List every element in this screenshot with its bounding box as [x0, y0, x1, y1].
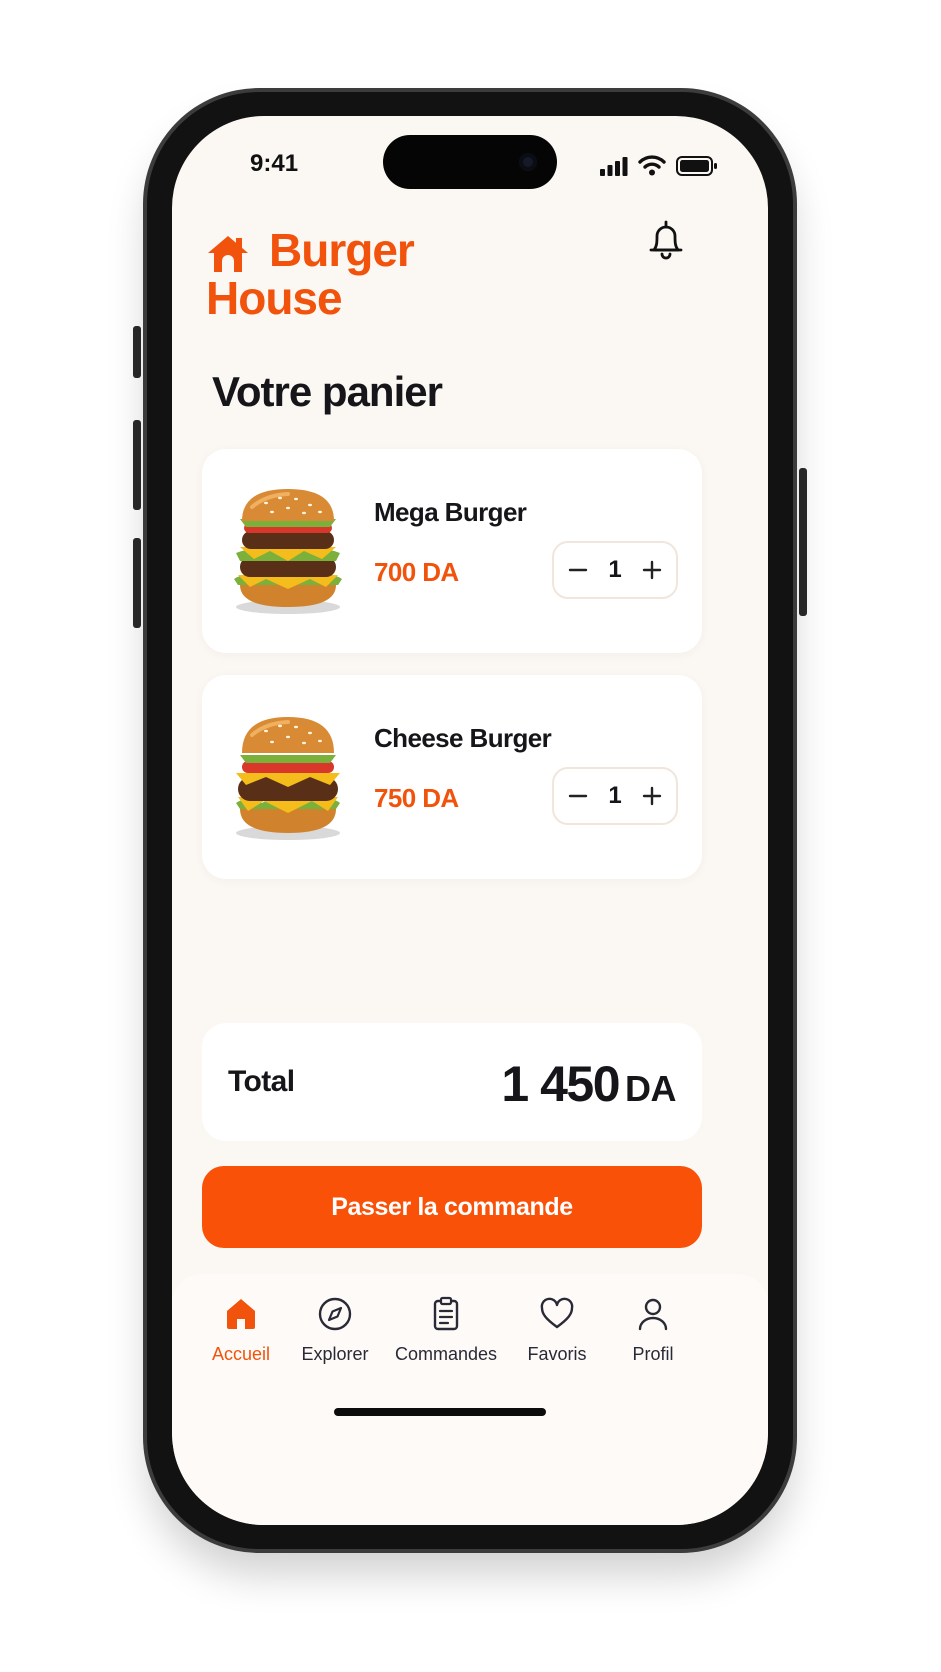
plus-icon [642, 786, 662, 806]
nav-item-explorer[interactable]: Explorer [280, 1294, 390, 1374]
status-icons [600, 154, 730, 178]
item-name: Mega Burger [374, 497, 527, 527]
minus-icon [568, 794, 588, 798]
notification-bell-icon[interactable] [646, 218, 686, 262]
quantity-value: 1 [608, 782, 622, 809]
cheese-burger-image [236, 717, 340, 840]
home-icon [227, 1299, 255, 1329]
decrease-quantity-button[interactable] [556, 543, 600, 597]
increase-quantity-button[interactable] [630, 769, 674, 823]
item-price: 750 DA [374, 783, 459, 813]
page-title: Votre panier [212, 368, 443, 415]
front-camera [519, 153, 537, 171]
cart-item-card: Cheese Burger 750 DA 1 [202, 675, 702, 879]
dynamic-island [383, 135, 557, 189]
quantity-stepper: 1 [552, 541, 678, 599]
cellular-signal-icon [600, 157, 628, 176]
power-button [799, 468, 807, 616]
total-value: 1 450 DA [501, 1055, 676, 1113]
place-order-button[interactable]: Passer la commande [202, 1166, 702, 1248]
total-amount: 1 450 [501, 1056, 620, 1112]
minus-icon [568, 568, 588, 572]
nav-label: Explorer [301, 1344, 369, 1364]
compass-icon [318, 1297, 352, 1331]
battery-icon [676, 156, 717, 176]
phone-screen: 9:41 Burger House Votre panier Mega Burg… [172, 116, 768, 1525]
home-indicator[interactable] [334, 1408, 546, 1416]
status-time: 9:41 [250, 150, 299, 177]
nav-item-profil[interactable]: Profil [598, 1294, 708, 1374]
total-currency: DA [625, 1068, 677, 1109]
brand-name: Burger House [206, 224, 415, 324]
item-price: 700 DA [374, 557, 459, 587]
brand-logo[interactable]: Burger House [206, 226, 436, 326]
volume-up-button [133, 420, 141, 510]
nav-item-commandes[interactable]: Commandes [391, 1294, 501, 1374]
volume-down-button [133, 538, 141, 628]
quantity-stepper: 1 [552, 767, 678, 825]
mega-burger-image [234, 489, 342, 614]
nav-label: Commandes [394, 1344, 498, 1364]
bottom-navigation: Accueil Explorer Commandes Favoris Profi… [172, 1274, 768, 1525]
wifi-icon [638, 155, 666, 176]
user-icon [638, 1298, 668, 1331]
increase-quantity-button[interactable] [630, 543, 674, 597]
plus-icon [642, 560, 662, 580]
mute-switch [133, 326, 141, 378]
clipboard-icon [433, 1296, 459, 1331]
nav-label: Favoris [527, 1344, 587, 1364]
item-name: Cheese Burger [374, 723, 552, 753]
nav-label: Profil [632, 1344, 674, 1364]
heart-icon [540, 1297, 574, 1329]
quantity-value: 1 [608, 556, 622, 583]
nav-item-favoris[interactable]: Favoris [502, 1294, 612, 1374]
total-card: Total 1 450 DA [202, 1023, 702, 1141]
decrease-quantity-button[interactable] [556, 769, 600, 823]
cart-item-card: Mega Burger 700 DA 1 [202, 449, 702, 653]
total-label: Total [228, 1065, 295, 1098]
